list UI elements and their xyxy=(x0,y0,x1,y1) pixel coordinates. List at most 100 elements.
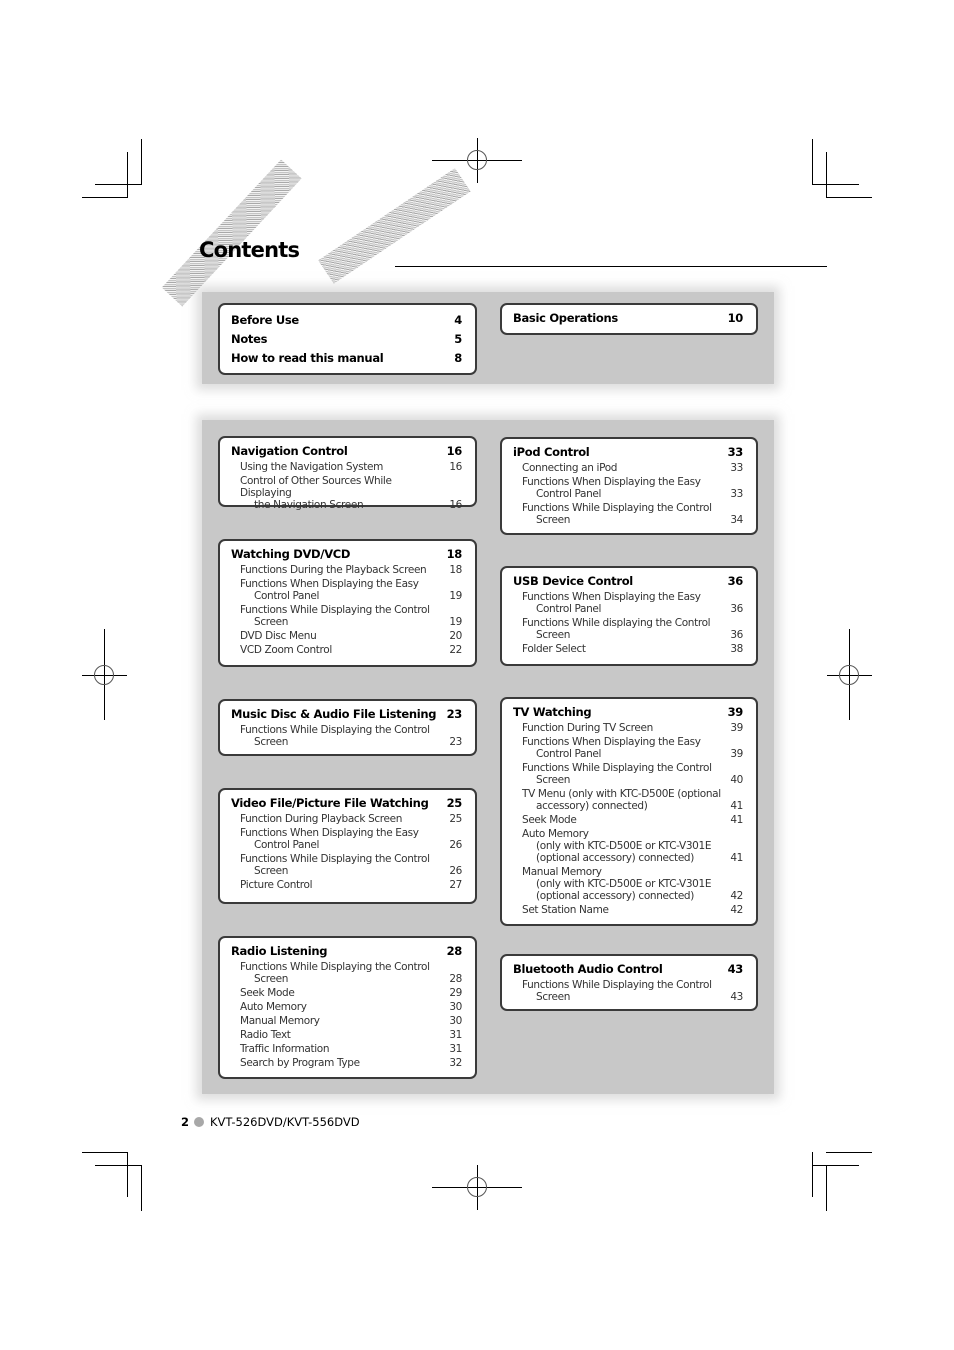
subentry-page: 43 xyxy=(730,991,743,1003)
toc-subentry[interactable]: DVD Disc Menu 20 xyxy=(231,630,462,642)
subentry-page: 16 xyxy=(449,461,462,473)
subentry-label: Functions When Displaying the Easy xyxy=(522,591,701,603)
subentry-page: 33 xyxy=(730,488,743,500)
subentry-label: DVD Disc Menu xyxy=(240,630,317,642)
toc-subentry[interactable]: Functions While Displaying the Control Sc… xyxy=(231,961,462,985)
subentry-label: Manual Memory xyxy=(240,1015,320,1027)
toc-subentry[interactable]: Folder Select 38 xyxy=(513,643,743,655)
section-heading[interactable]: Navigation Control 16 xyxy=(231,444,462,459)
subentry-label: Search by Program Type xyxy=(240,1057,360,1069)
subentry-continuation: Control Panel xyxy=(254,839,320,851)
toc-subentry[interactable]: Manual Memory (only with KTC-D500E or KTC… xyxy=(513,866,743,902)
subentry-page: 22 xyxy=(449,644,462,656)
toc-section-dvd: Watching DVD/VCD 18 Functions During the P… xyxy=(218,539,477,667)
subentry-label: Control of Other Sources While Displayin… xyxy=(240,475,392,499)
toc-section-tv: TV Watching 39 Function During TV Screen 39… xyxy=(500,697,758,926)
section-page: 36 xyxy=(727,574,744,588)
toc-subentry[interactable]: Functions While Displaying the Control Sc… xyxy=(231,604,462,628)
page-number: 2 xyxy=(181,1115,190,1129)
toc-section-bluetooth: Bluetooth Audio Control 43 Functions While… xyxy=(500,954,758,1011)
subentry-page: 42 xyxy=(730,890,743,902)
model-name: KVT-526DVD/KVT-556DVD xyxy=(210,1115,360,1129)
section-page: 25 xyxy=(446,796,463,810)
subentry-page: 32 xyxy=(449,1057,462,1069)
toc-subentry[interactable]: Picture Control 27 xyxy=(231,879,462,891)
toc-subentry[interactable]: Functions While Displaying the Control Sc… xyxy=(513,979,743,1003)
crop-mark xyxy=(826,1165,827,1211)
subentry-label: Auto Memory xyxy=(522,828,589,840)
crop-mark xyxy=(812,1165,859,1166)
toc-subentry[interactable]: Functions While Displaying the Control Sc… xyxy=(231,853,462,877)
section-heading[interactable]: TV Watching 39 xyxy=(513,705,743,720)
toc-subentry[interactable]: Functions During the Playback Screen 18 xyxy=(231,564,462,576)
subentry-page: 41 xyxy=(730,800,743,812)
toc-subentry[interactable]: Set Station Name 42 xyxy=(513,904,743,916)
toc-subentry[interactable]: Search by Program Type 32 xyxy=(231,1057,462,1069)
section-title: Music Disc & Audio File Listening xyxy=(231,707,437,721)
toc-subentry[interactable]: TV Menu (only with KTC-D500E (optional ac… xyxy=(513,788,743,812)
section-heading[interactable]: Watching DVD/VCD 18 xyxy=(231,547,462,562)
subentry-page: 42 xyxy=(730,904,743,916)
toc-section-music: Music Disc & Audio File Listening 23 Funct… xyxy=(218,699,477,756)
toc-section-video: Video File/Picture File Watching 25 Functi… xyxy=(218,788,477,904)
subentry-label: Functions When Displaying the Easy xyxy=(240,827,419,839)
section-title: TV Watching xyxy=(513,705,592,719)
toc-subentry[interactable]: Control of Other Sources While Displayin… xyxy=(231,475,462,511)
toc-subentry[interactable]: Functions While Displaying the Control Sc… xyxy=(231,724,462,748)
toc-subentry[interactable]: Seek Mode 41 xyxy=(513,814,743,826)
subentry-continuation: accessory) connected) xyxy=(536,800,648,812)
toc-subentry[interactable]: Seek Mode 29 xyxy=(231,987,462,999)
subentry-label: Using the Navigation System xyxy=(240,461,383,473)
subentry-label: Functions While Displaying the Control xyxy=(240,853,430,865)
toc-subentry[interactable]: Function During Playback Screen 25 xyxy=(231,813,462,825)
section-heading[interactable]: iPod Control 33 xyxy=(513,445,743,460)
subentry-page: 20 xyxy=(449,630,462,642)
title-rule xyxy=(395,266,827,267)
subentry-page: 28 xyxy=(449,973,462,985)
toc-entry[interactable]: Notes 5 xyxy=(231,330,462,349)
section-heading[interactable]: Music Disc & Audio File Listening 23 xyxy=(231,707,462,722)
toc-subentry[interactable]: Functions When Displaying the Easy Contro… xyxy=(513,476,743,500)
toc-subentry[interactable]: Functions While Displaying the Control Sc… xyxy=(513,762,743,786)
subentry-label: Set Station Name xyxy=(522,904,609,916)
section-title: Radio Listening xyxy=(231,944,328,958)
section-heading[interactable]: USB Device Control 36 xyxy=(513,574,743,589)
page-title: Contents xyxy=(199,238,300,262)
subentry-label: Auto Memory xyxy=(240,1001,307,1013)
subentry-page: 26 xyxy=(449,865,462,877)
toc-entry[interactable]: Before Use 4 xyxy=(231,311,462,330)
toc-subentry[interactable]: Functions When Displaying the Easy Contro… xyxy=(231,827,462,851)
crop-mark xyxy=(812,139,813,185)
subentry-page: 27 xyxy=(449,879,462,891)
subentry-label: Radio Text xyxy=(240,1029,291,1041)
crop-mark xyxy=(82,1152,128,1153)
subentry-page: 39 xyxy=(730,722,743,734)
subentry-page: 18 xyxy=(449,564,462,576)
toc-entry[interactable]: Basic Operations 10 xyxy=(513,309,743,328)
subentry-continuation: Screen xyxy=(536,514,570,526)
toc-subentry[interactable]: Manual Memory 30 xyxy=(231,1015,462,1027)
toc-subentry[interactable]: Functions When Displaying the Easy Contro… xyxy=(513,591,743,615)
toc-subentry[interactable]: Functions While Displaying the Control Sc… xyxy=(513,502,743,526)
toc-section-ipod: iPod Control 33 Connecting an iPod 33 Functi… xyxy=(500,437,758,535)
toc-entry[interactable]: How to read this manual 8 xyxy=(231,349,462,368)
section-heading[interactable]: Radio Listening 28 xyxy=(231,944,462,959)
toc-subentry[interactable]: Function During TV Screen 39 xyxy=(513,722,743,734)
toc-subentry[interactable]: Functions When Displaying the Easy Contro… xyxy=(231,578,462,602)
section-heading[interactable]: Video File/Picture File Watching 25 xyxy=(231,796,462,811)
toc-subentry[interactable]: Using the Navigation System 16 xyxy=(231,461,462,473)
toc-box-basic-operations: Basic Operations 10 xyxy=(500,303,758,335)
crop-mark xyxy=(812,184,859,185)
toc-subentry[interactable]: Auto Memory (only with KTC-D500E or KTC-V… xyxy=(513,828,743,864)
crop-mark xyxy=(127,152,128,198)
subentry-label: Seek Mode xyxy=(522,814,577,826)
toc-subentry[interactable]: Functions When Displaying the Easy Contro… xyxy=(513,736,743,760)
toc-subentry[interactable]: VCD Zoom Control 22 xyxy=(231,644,462,656)
subentry-page: 16 xyxy=(449,499,462,511)
toc-subentry[interactable]: Auto Memory 30 xyxy=(231,1001,462,1013)
toc-subentry[interactable]: Functions While displaying the Control Sc… xyxy=(513,617,743,641)
toc-subentry[interactable]: Traffic Information 31 xyxy=(231,1043,462,1055)
section-heading[interactable]: Bluetooth Audio Control 43 xyxy=(513,962,743,977)
toc-subentry[interactable]: Radio Text 31 xyxy=(231,1029,462,1041)
toc-subentry[interactable]: Connecting an iPod 33 xyxy=(513,462,743,474)
